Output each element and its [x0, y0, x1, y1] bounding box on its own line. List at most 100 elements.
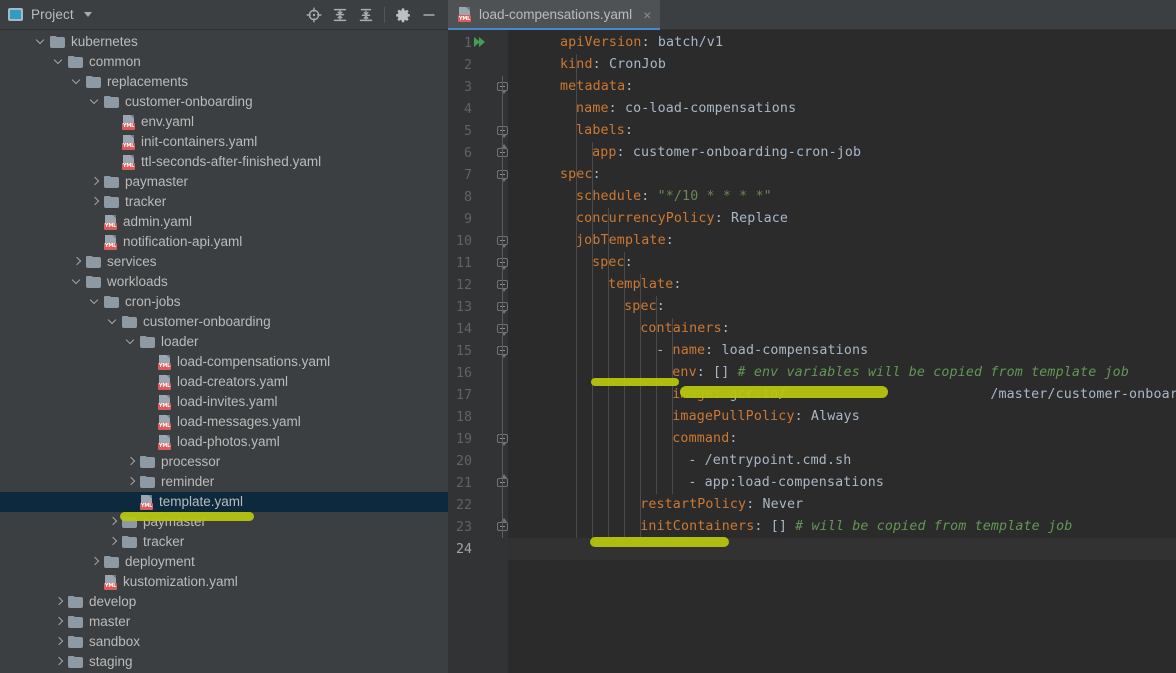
- code-line[interactable]: - name: load-compensations: [656, 343, 868, 358]
- tree-row[interactable]: YML load-messages.yaml: [0, 412, 448, 432]
- tree-row[interactable]: loader: [0, 332, 448, 352]
- code-line[interactable]: spec:: [592, 255, 633, 270]
- code-line[interactable]: template:: [608, 277, 681, 292]
- chevron-right-icon[interactable]: [126, 456, 138, 468]
- code-line[interactable]: spec:: [560, 167, 601, 182]
- chevron-right-icon[interactable]: [90, 196, 102, 208]
- code-line[interactable]: imagePullPolicy: Always: [672, 409, 860, 424]
- chevron-down-icon[interactable]: [89, 95, 102, 108]
- editor-gutter[interactable]: 1 2 3 4 5 6 7 8 9 10 11 12 13 14 15 16 17 18 19 20 21 22 23 24: [448, 30, 508, 673]
- tree-row[interactable]: YML env.yaml: [0, 112, 448, 132]
- code-line[interactable]: restartPolicy: Never: [640, 497, 803, 512]
- editor-tab-load-compensations[interactable]: YML load-compensations.yaml ×: [448, 0, 661, 30]
- tree-row[interactable]: tracker: [0, 192, 448, 212]
- settings-gear-icon[interactable]: [390, 2, 416, 28]
- minimize-icon[interactable]: [416, 2, 442, 28]
- tree-row[interactable]: services: [0, 252, 448, 272]
- chevron-down-icon[interactable]: [125, 335, 138, 348]
- chevron-down-icon[interactable]: [71, 275, 84, 288]
- chevron-down-icon[interactable]: [35, 35, 48, 48]
- chevron-right-icon[interactable]: [90, 556, 102, 568]
- fold-connector: [502, 164, 503, 186]
- code-line[interactable]: - /entrypoint.cmd.sh: [688, 453, 851, 468]
- tree-row[interactable]: YML load-compensations.yaml: [0, 352, 448, 372]
- tree-row[interactable]: staging: [0, 652, 448, 672]
- project-window-icon: [8, 8, 23, 21]
- chevron-right-icon[interactable]: [108, 536, 120, 548]
- code-line[interactable]: labels:: [576, 123, 633, 138]
- highlight-redact-image-registry: [680, 386, 888, 398]
- code-editor[interactable]: 1 2 3 4 5 6 7 8 9 10 11 12 13 14 15 16 17 18 19 20 21 22 23 24 …: [448, 30, 1176, 673]
- chevron-right-icon[interactable]: [126, 476, 138, 488]
- tree-row[interactable]: sandbox: [0, 632, 448, 652]
- close-icon[interactable]: ×: [643, 8, 651, 22]
- collapse-all-icon[interactable]: [353, 2, 379, 28]
- tree-row[interactable]: paymaster: [0, 172, 448, 192]
- tree-row[interactable]: common: [0, 52, 448, 72]
- chevron-down-icon[interactable]: [89, 295, 102, 308]
- code-line[interactable]: env: [] # env variables will be copied f…: [672, 365, 1129, 380]
- code-line[interactable]: command:: [672, 431, 737, 446]
- chevron-right-icon[interactable]: [54, 616, 66, 628]
- code-content[interactable]: apiVersion: batch/v1 kind: CronJob metadat…: [508, 30, 1176, 673]
- code-token: :: [624, 123, 634, 138]
- tree-row[interactable]: workloads: [0, 272, 448, 292]
- tree-row[interactable]: YML load-invites.yaml: [0, 392, 448, 412]
- code-token: apiVersion: [560, 35, 642, 50]
- code-token: []: [770, 519, 787, 534]
- chevron-right-icon[interactable]: [108, 516, 120, 528]
- tree-row[interactable]: reminder: [0, 472, 448, 492]
- tree-row[interactable]: YML init-containers.yaml: [0, 132, 448, 152]
- locate-file-icon[interactable]: [301, 2, 327, 28]
- chevron-down-icon[interactable]: [83, 12, 92, 17]
- tree-row[interactable]: YML admin.yaml: [0, 212, 448, 232]
- chevron-right-icon[interactable]: [54, 656, 66, 668]
- tree-row[interactable]: kubernetes: [0, 32, 448, 52]
- tree-row[interactable]: replacements: [0, 72, 448, 92]
- code-line[interactable]: kind: CronJob: [560, 57, 666, 72]
- code-line[interactable]: metadata:: [560, 79, 633, 94]
- tree-row[interactable]: master: [0, 612, 448, 632]
- project-tree[interactable]: kubernetes common replacements customer-onb…: [0, 30, 448, 673]
- code-line[interactable]: spec:: [624, 299, 665, 314]
- run-configuration-icon[interactable]: [474, 36, 487, 49]
- tree-row[interactable]: YML load-photos.yaml: [0, 432, 448, 452]
- chevron-down-icon[interactable]: [71, 75, 84, 88]
- code-line[interactable]: name: co-load-compensations: [576, 101, 796, 116]
- code-line[interactable]: app: customer-onboarding-cron-job: [592, 145, 861, 160]
- code-line[interactable]: jobTemplate:: [576, 233, 674, 248]
- folder-icon: [86, 76, 101, 88]
- yaml-file-icon: YML: [158, 394, 172, 410]
- yaml-file-icon: YML: [140, 494, 154, 510]
- line-number: 24: [455, 542, 472, 557]
- tree-row[interactable]: customer-onboarding: [0, 92, 448, 112]
- chevron-right-icon[interactable]: [90, 176, 102, 188]
- code-line[interactable]: containers:: [640, 321, 730, 336]
- tree-row[interactable]: YML template.yaml: [0, 492, 448, 512]
- chevron-right-icon[interactable]: [54, 636, 66, 648]
- tree-row[interactable]: customer-onboarding: [0, 312, 448, 332]
- panel-toolbar: [301, 2, 448, 28]
- tree-row[interactable]: deployment: [0, 552, 448, 572]
- code-line[interactable]: initContainers: [] # will be copied from…: [640, 519, 1072, 534]
- chevron-right-icon[interactable]: [72, 256, 84, 268]
- expand-all-icon[interactable]: [327, 2, 353, 28]
- code-line[interactable]: - app:load-compensations: [688, 475, 884, 490]
- code-line[interactable]: apiVersion: batch/v1: [560, 35, 723, 50]
- fold-connector: [502, 230, 503, 252]
- chevron-right-icon[interactable]: [54, 596, 66, 608]
- tree-row[interactable]: YML ttl-seconds-after-finished.yaml: [0, 152, 448, 172]
- code-line[interactable]: schedule: "*/10 * * * *": [576, 189, 772, 204]
- tree-row-label: template.yaml: [159, 494, 244, 510]
- code-line[interactable]: concurrencyPolicy: Replace: [576, 211, 788, 226]
- tree-row[interactable]: cron-jobs: [0, 292, 448, 312]
- chevron-down-icon[interactable]: [53, 55, 66, 68]
- tree-row[interactable]: YML kustomization.yaml: [0, 572, 448, 592]
- tree-row[interactable]: processor: [0, 452, 448, 472]
- chevron-down-icon[interactable]: [107, 315, 120, 328]
- tree-row[interactable]: YML load-creators.yaml: [0, 372, 448, 392]
- tree-row[interactable]: tracker: [0, 532, 448, 552]
- tree-row[interactable]: develop: [0, 592, 448, 612]
- tree-row[interactable]: YML notification-api.yaml: [0, 232, 448, 252]
